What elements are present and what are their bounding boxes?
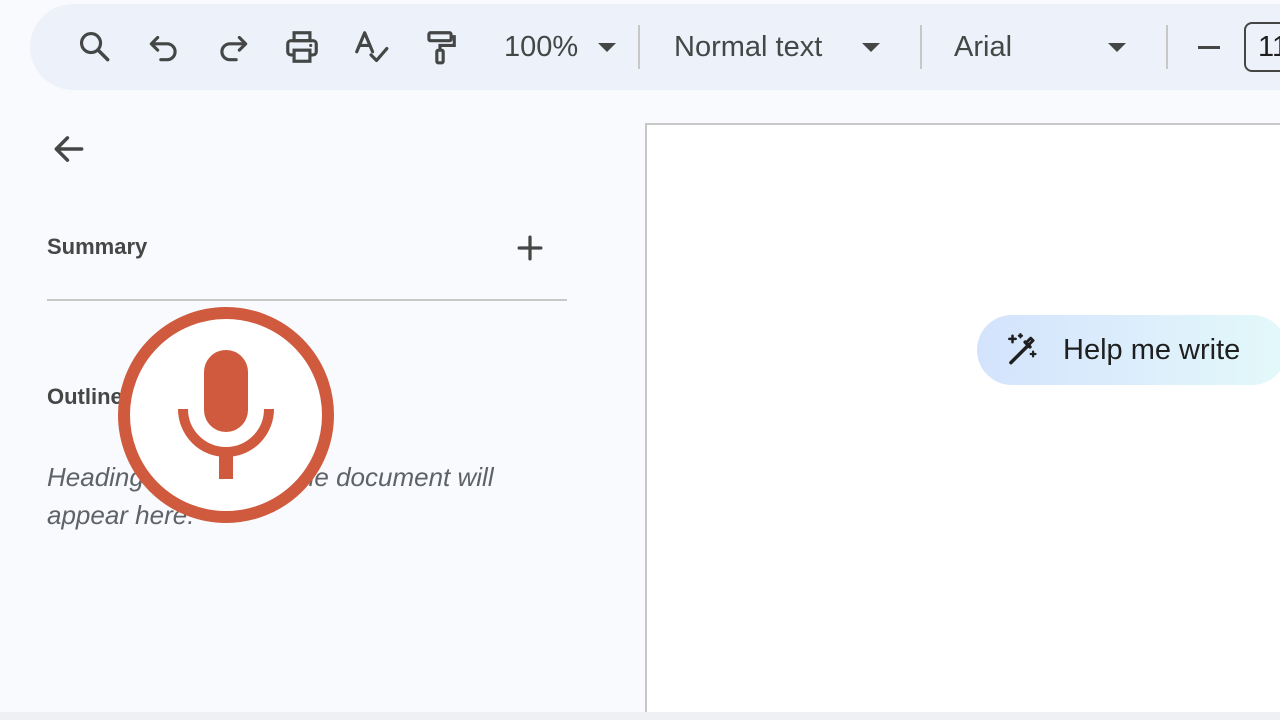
zoom-value: 100% (504, 30, 579, 63)
outline-heading: Outline (47, 384, 123, 409)
document-page[interactable] (645, 123, 1280, 720)
voice-typing-mic-overlay[interactable] (118, 307, 334, 523)
toolbar: 100% Normal text Arial 11 (30, 4, 1280, 90)
paragraph-style-select[interactable]: Normal text (656, 18, 906, 76)
redo-button[interactable] (204, 18, 262, 76)
search-menus-button[interactable] (66, 18, 124, 76)
plus-icon (517, 235, 543, 261)
print-icon (286, 31, 318, 63)
undo-icon (149, 35, 177, 62)
summary-heading: Summary (47, 234, 148, 259)
toolbar-divider (638, 25, 640, 69)
spellcheck-button[interactable] (342, 18, 400, 76)
bottom-edge (0, 712, 1280, 720)
chevron-down-icon (862, 42, 880, 52)
docs-window: 100% Normal text Arial 11 Summary Outl (0, 0, 1280, 720)
font-family-value: Arial (954, 30, 1013, 63)
sidebar-divider (47, 299, 567, 301)
decrease-font-size-button[interactable] (1186, 18, 1232, 76)
search-icon (79, 31, 110, 62)
paragraph-style-value: Normal text (674, 30, 823, 63)
arrow-back-icon (54, 136, 84, 162)
help-me-write-label: Help me write (1063, 333, 1241, 366)
toolbar-divider (1166, 25, 1168, 69)
chevron-down-icon (1108, 42, 1126, 52)
paint-format-icon (427, 31, 456, 65)
print-button[interactable] (273, 18, 331, 76)
help-me-write-button[interactable]: Help me write (977, 315, 1280, 385)
font-family-select[interactable]: Arial (938, 18, 1152, 76)
microphone-icon (118, 307, 334, 523)
redo-icon (220, 35, 248, 62)
magic-pencil-icon (1008, 333, 1037, 365)
undo-button[interactable] (135, 18, 193, 76)
add-summary-button[interactable] (510, 228, 550, 268)
close-outline-button[interactable] (44, 124, 94, 174)
minus-icon (1198, 45, 1220, 49)
toolbar-divider (920, 25, 922, 69)
zoom-select[interactable]: 100% (484, 18, 624, 76)
spellcheck-icon (355, 31, 389, 63)
paint-format-button[interactable] (411, 18, 469, 76)
chevron-down-icon (598, 42, 616, 52)
font-size-input[interactable]: 11 (1244, 22, 1280, 72)
